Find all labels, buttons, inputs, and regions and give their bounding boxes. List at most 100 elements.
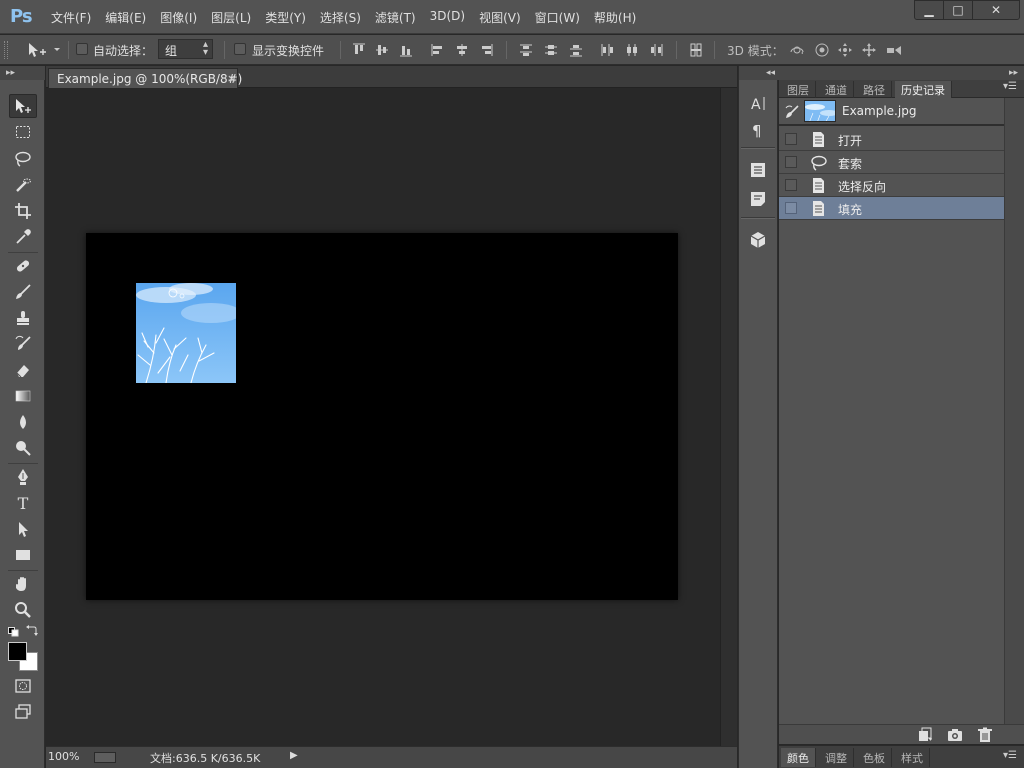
tab-styles[interactable]: 样式 (895, 748, 930, 767)
distribute-bottom-icon[interactable] (568, 42, 584, 58)
3d-slide-icon[interactable] (861, 42, 881, 58)
brush-tool-icon[interactable] (9, 280, 37, 304)
sky-tree-image[interactable] (136, 283, 236, 383)
character-panel-icon[interactable]: A (747, 92, 769, 114)
spot-healing-brush-tool-icon[interactable] (9, 254, 37, 278)
menu-image[interactable]: 图像(I) (153, 9, 204, 26)
gradient-tool-icon[interactable] (9, 384, 37, 408)
3d-panel-icon[interactable] (747, 229, 769, 251)
menu-file[interactable]: 文件(F) (44, 9, 98, 26)
zoom-level[interactable]: 100% (48, 750, 88, 763)
history-brush-source-checkbox[interactable] (785, 156, 797, 168)
history-state-fill[interactable]: 填充 (779, 197, 1004, 220)
zoom-tool-icon[interactable] (9, 598, 37, 622)
align-right-icon[interactable] (478, 42, 494, 58)
tab-color[interactable]: 颜色 (781, 748, 816, 767)
distribute-horizontal-center-icon[interactable] (624, 42, 640, 58)
toolbox-collapse-grip[interactable]: ▸▸ (0, 66, 45, 80)
hand-tool-icon[interactable] (9, 572, 37, 596)
rectangular-marquee-tool-icon[interactable] (9, 120, 37, 144)
distribute-left-icon[interactable] (599, 42, 615, 58)
auto-select-target-dropdown[interactable]: 组 ▴ ▾ (158, 39, 213, 59)
eraser-tool-icon[interactable] (9, 358, 37, 382)
align-bottom-icon[interactable] (398, 42, 414, 58)
rectangle-tool-icon[interactable] (9, 543, 37, 567)
crop-tool-icon[interactable] (9, 199, 37, 223)
distribute-top-icon[interactable] (518, 42, 534, 58)
history-snapshot[interactable]: Example.jpg (779, 98, 1004, 126)
history-brush-source-checkbox[interactable] (785, 179, 797, 191)
path-selection-tool-icon[interactable] (9, 517, 37, 541)
paragraph-panel-icon[interactable]: ¶ (747, 119, 769, 141)
history-brush-tool-icon[interactable] (9, 332, 37, 356)
screen-mode-icon[interactable] (9, 700, 37, 724)
eyedropper-tool-icon[interactable] (9, 225, 37, 249)
default-colors-icon[interactable] (8, 626, 20, 637)
align-top-icon[interactable] (351, 42, 367, 58)
dodge-tool-icon[interactable] (9, 436, 37, 460)
distribute-vertical-center-icon[interactable] (543, 42, 559, 58)
tab-swatches[interactable]: 色板 (857, 748, 892, 767)
menu-filter[interactable]: 滤镜(T) (368, 9, 423, 26)
pen-tool-icon[interactable] (9, 465, 37, 489)
document-tab-close-icon[interactable]: × (227, 72, 236, 85)
auto-select-checkbox[interactable] (76, 43, 88, 55)
auto-align-layers-icon[interactable] (688, 42, 704, 58)
tab-history[interactable]: 历史记录 (895, 81, 952, 98)
menu-window[interactable]: 窗口(W) (528, 9, 587, 26)
3d-orbit-icon[interactable] (789, 42, 809, 58)
blur-tool-icon[interactable] (9, 410, 37, 434)
maximize-button[interactable]: □ (943, 0, 973, 20)
history-panel-collapse-grip[interactable]: ▸▸ (779, 66, 1024, 80)
move-tool-icon[interactable] (9, 94, 37, 118)
distribute-right-icon[interactable] (648, 42, 664, 58)
history-brush-source-checkbox[interactable] (785, 202, 797, 214)
minimize-button[interactable]: ▁ (914, 0, 944, 20)
3d-scale-icon[interactable] (886, 42, 906, 58)
menu-layer[interactable]: 图层(L) (204, 9, 258, 26)
menu-3d[interactable]: 3D(D) (423, 9, 472, 26)
tab-paths[interactable]: 路径 (857, 81, 892, 98)
canvas[interactable] (86, 233, 678, 600)
3d-pan-icon[interactable] (837, 42, 857, 58)
menu-edit[interactable]: 编辑(E) (98, 9, 153, 26)
history-state-open[interactable]: 打开 (779, 128, 1004, 151)
3d-roll-icon[interactable] (814, 42, 834, 58)
history-state-select-inverse[interactable]: 选择反向 (779, 174, 1004, 197)
color-panel-menu-icon[interactable]: ▾☰ (1003, 750, 1017, 761)
history-brush-source-icon[interactable] (785, 105, 799, 119)
align-vertical-center-icon[interactable] (374, 42, 390, 58)
quick-mask-mode-icon[interactable] (9, 674, 37, 698)
menu-help[interactable]: 帮助(H) (587, 9, 643, 26)
history-brush-source-checkbox[interactable] (785, 133, 797, 145)
status-preview-icon[interactable] (94, 752, 116, 763)
menu-view[interactable]: 视图(V) (472, 9, 528, 26)
clone-stamp-tool-icon[interactable] (9, 306, 37, 330)
show-transform-checkbox[interactable] (234, 43, 246, 55)
history-panel-menu-icon[interactable]: ▾☰ (1003, 81, 1017, 92)
lasso-tool-icon[interactable] (9, 147, 37, 171)
tab-layers[interactable]: 图层 (781, 81, 816, 98)
history-panel-scrollbar[interactable] (1004, 98, 1024, 724)
tab-channels[interactable]: 通道 (819, 81, 854, 98)
new-document-from-state-icon[interactable] (917, 727, 933, 743)
swap-colors-icon[interactable] (26, 624, 38, 636)
menu-select[interactable]: 选择(S) (313, 9, 368, 26)
icon-dock-collapse-grip[interactable]: ◂◂ (739, 66, 779, 80)
move-tool-preset-icon[interactable] (26, 40, 62, 60)
delete-state-icon[interactable] (977, 727, 993, 743)
status-menu-arrow-icon[interactable]: ▶ (290, 750, 298, 761)
options-grip[interactable] (4, 41, 8, 59)
foreground-color-swatch[interactable] (8, 642, 27, 661)
document-tab[interactable]: Example.jpg @ 100%(RGB/8#) × (48, 68, 242, 88)
align-horizontal-center-icon[interactable] (454, 42, 470, 58)
type-tool-icon[interactable]: T (9, 491, 37, 515)
close-button[interactable]: ✕ (972, 0, 1020, 20)
canvas-vertical-scrollbar[interactable] (720, 88, 737, 746)
history-state-lasso[interactable]: 套索 (779, 151, 1004, 174)
align-left-icon[interactable] (430, 42, 446, 58)
notes-panel-icon[interactable] (747, 188, 769, 210)
menu-type[interactable]: 类型(Y) (258, 9, 313, 26)
tab-adjustments[interactable]: 调整 (819, 748, 854, 767)
new-snapshot-icon[interactable] (947, 727, 963, 743)
